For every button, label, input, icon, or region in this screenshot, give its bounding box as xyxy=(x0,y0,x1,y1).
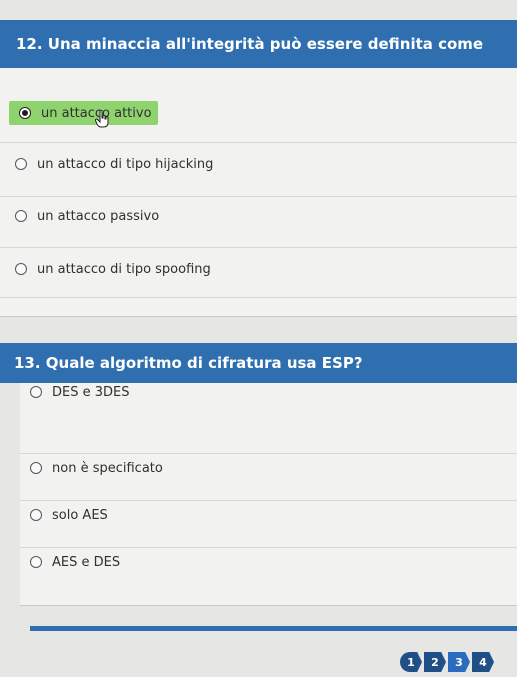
radio-icon[interactable] xyxy=(30,462,42,474)
section-bar xyxy=(30,626,517,631)
divider xyxy=(0,297,517,298)
radio-selected-icon[interactable] xyxy=(19,107,31,119)
divider xyxy=(0,196,517,197)
q13-option-4[interactable]: AES e DES xyxy=(30,550,120,574)
radio-icon[interactable] xyxy=(15,158,27,170)
q12-option-2-label: un attacco di tipo hijacking xyxy=(37,156,214,172)
divider xyxy=(20,453,517,454)
question-12-title: 12. Una minaccia all'integrità può esser… xyxy=(0,20,517,68)
page-button-2[interactable]: 2 xyxy=(424,652,446,672)
q12-option-3-label: un attacco passivo xyxy=(37,208,160,224)
radio-icon[interactable] xyxy=(15,210,27,222)
radio-icon[interactable] xyxy=(15,263,27,275)
q13-option-2[interactable]: non è specificato xyxy=(30,456,163,480)
q13-option-4-label: AES e DES xyxy=(52,554,121,570)
radio-icon[interactable] xyxy=(30,556,42,568)
divider xyxy=(20,547,517,548)
q13-option-3-label: solo AES xyxy=(52,507,108,523)
q13-option-1-label: DES e 3DES xyxy=(52,384,130,400)
q12-option-4-label: un attacco di tipo spoofing xyxy=(37,261,211,277)
q12-option-1[interactable]: un attacco attivo xyxy=(9,101,158,125)
divider xyxy=(0,247,517,248)
q13-option-2-label: non è specificato xyxy=(52,460,163,476)
page-button-4[interactable]: 4 xyxy=(472,652,494,672)
q13-option-3[interactable]: solo AES xyxy=(30,503,108,527)
divider xyxy=(20,500,517,501)
page-button-3[interactable]: 3 xyxy=(448,652,470,672)
divider xyxy=(0,142,517,143)
hand-pointer-icon xyxy=(95,110,109,128)
pagination: 1 2 3 4 xyxy=(400,652,496,672)
radio-icon[interactable] xyxy=(30,386,42,398)
page-button-1[interactable]: 1 xyxy=(400,652,422,672)
q12-option-4[interactable]: un attacco di tipo spoofing xyxy=(15,257,211,281)
question-13-title: 13. Quale algoritmo di cifratura usa ESP… xyxy=(0,343,517,383)
q13-option-1[interactable]: DES e 3DES xyxy=(30,380,130,404)
q12-option-3[interactable]: un attacco passivo xyxy=(15,204,159,228)
radio-icon[interactable] xyxy=(30,509,42,521)
q12-option-2[interactable]: un attacco di tipo hijacking xyxy=(15,152,213,176)
